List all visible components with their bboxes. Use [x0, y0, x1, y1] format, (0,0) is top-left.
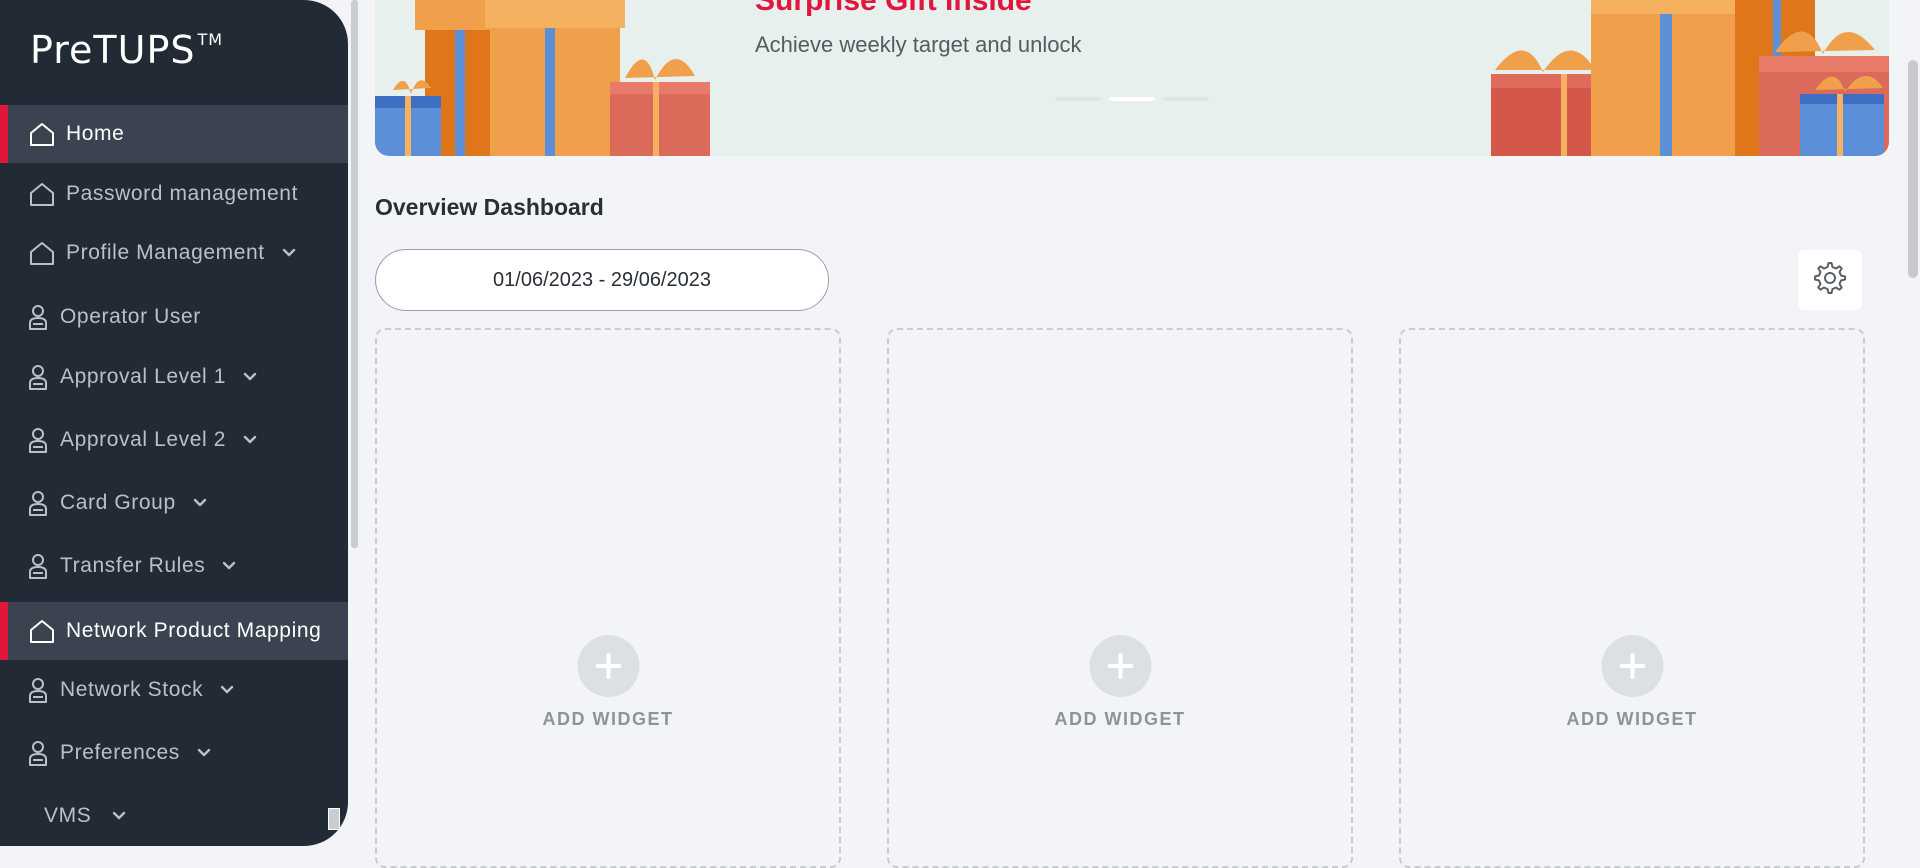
user-icon	[26, 739, 50, 767]
user-icon	[26, 489, 50, 517]
page-scrollbar-thumb[interactable]	[1908, 60, 1918, 278]
carousel-dots	[1055, 97, 1209, 101]
logo-trademark: TM	[197, 30, 224, 50]
logo-text: PreTUPS	[30, 28, 196, 72]
sidebar-item-card-group[interactable]: Card Group	[0, 474, 348, 532]
date-range-value: 01/06/2023 - 29/06/2023	[493, 268, 711, 291]
sidebar-item-label: Approval Level 2	[60, 428, 227, 451]
carousel-dot-active[interactable]	[1109, 97, 1155, 101]
sidebar-item-approval-level-1[interactable]: Approval Level 1	[0, 348, 348, 406]
add-widget-button[interactable]: ADD WIDGET	[1567, 635, 1698, 730]
chevron-down-icon	[219, 682, 235, 698]
sidebar: PreTUPS TM Home Password management Profi…	[0, 0, 348, 846]
app-logo[interactable]: PreTUPS TM	[30, 28, 223, 72]
add-widget-label: ADD WIDGET	[542, 709, 674, 729]
add-widget-button[interactable]: ADD WIDGET	[543, 635, 674, 730]
plus-icon	[1601, 635, 1663, 697]
sidebar-item-home[interactable]: Home	[0, 105, 348, 163]
add-widget-label: ADD WIDGET	[1054, 709, 1186, 729]
sidebar-item-profile-management[interactable]: Profile Management	[0, 224, 348, 282]
sidebar-item-label: Network Stock	[60, 678, 204, 701]
home-icon	[28, 120, 56, 148]
sidebar-item-vms[interactable]: VMS	[0, 787, 348, 845]
sidebar-item-network-stock[interactable]: Network Stock	[0, 661, 348, 719]
page-scrollbar[interactable]	[1904, 0, 1920, 846]
widget-slot: ADD WIDGET	[887, 328, 1353, 868]
banner-subtitle: Achieve weekly target and unlock	[755, 32, 1082, 57]
chevron-down-icon	[221, 558, 237, 574]
add-widget-label: ADD WIDGET	[1566, 709, 1698, 729]
sidebar-item-label: Password management	[66, 182, 299, 205]
sidebar-item-network-product-mapping[interactable]: Network Product Mapping	[0, 602, 348, 660]
chevron-down-icon	[242, 432, 258, 448]
chevron-down-icon	[242, 369, 258, 385]
sidebar-item-label: Preferences	[60, 741, 180, 764]
sidebar-item-operator-user[interactable]: Operator User	[0, 288, 348, 346]
carousel-dot[interactable]	[1055, 97, 1101, 101]
sidebar-item-label: Network Product Mapping	[66, 619, 322, 642]
home-icon	[28, 180, 56, 208]
widget-slot: ADD WIDGET	[1399, 328, 1865, 868]
add-widget-button[interactable]: ADD WIDGET	[1055, 635, 1186, 730]
date-range-picker[interactable]: 01/06/2023 - 29/06/2023	[375, 249, 829, 311]
settings-button[interactable]	[1798, 250, 1862, 310]
sidebar-item-label: Profile Management	[66, 241, 265, 264]
home-icon	[28, 239, 56, 267]
sidebar-scroll-indicator	[328, 808, 340, 830]
user-icon	[26, 676, 50, 704]
sidebar-item-transfer-rules[interactable]: Transfer Rules	[0, 537, 348, 595]
sidebar-item-label: Home	[66, 122, 125, 145]
user-icon	[26, 303, 50, 331]
sidebar-item-approval-level-2[interactable]: Approval Level 2	[0, 411, 348, 469]
plus-icon	[577, 635, 639, 697]
sidebar-item-label: Operator User	[60, 305, 201, 328]
user-icon	[26, 363, 50, 391]
plus-icon	[1089, 635, 1151, 697]
page-title: Overview Dashboard	[375, 194, 604, 220]
chevron-down-icon	[281, 245, 297, 261]
home-icon	[28, 617, 56, 645]
sidebar-item-label: VMS	[44, 804, 92, 827]
chevron-down-icon	[192, 495, 208, 511]
sidebar-item-preferences[interactable]: Preferences	[0, 724, 348, 782]
gear-icon	[1813, 261, 1847, 300]
gift-boxes-illustration	[375, 0, 1889, 156]
sidebar-scrollbar[interactable]	[351, 0, 358, 548]
banner-title: Surprise Gift Inside	[755, 0, 1032, 17]
carousel-dot[interactable]	[1163, 97, 1209, 101]
sidebar-item-password-management[interactable]: Password management	[0, 165, 348, 223]
chevron-down-icon	[111, 808, 127, 824]
promo-banner[interactable]: Surprise Gift Inside Achieve weekly targ…	[375, 0, 1889, 156]
widget-slot: ADD WIDGET	[375, 328, 841, 868]
sidebar-item-label: Card Group	[60, 491, 176, 514]
chevron-down-icon	[196, 745, 212, 761]
user-icon	[26, 552, 50, 580]
user-icon	[26, 426, 50, 454]
sidebar-item-label: Approval Level 1	[60, 365, 227, 388]
sidebar-item-label: Transfer Rules	[60, 554, 206, 577]
